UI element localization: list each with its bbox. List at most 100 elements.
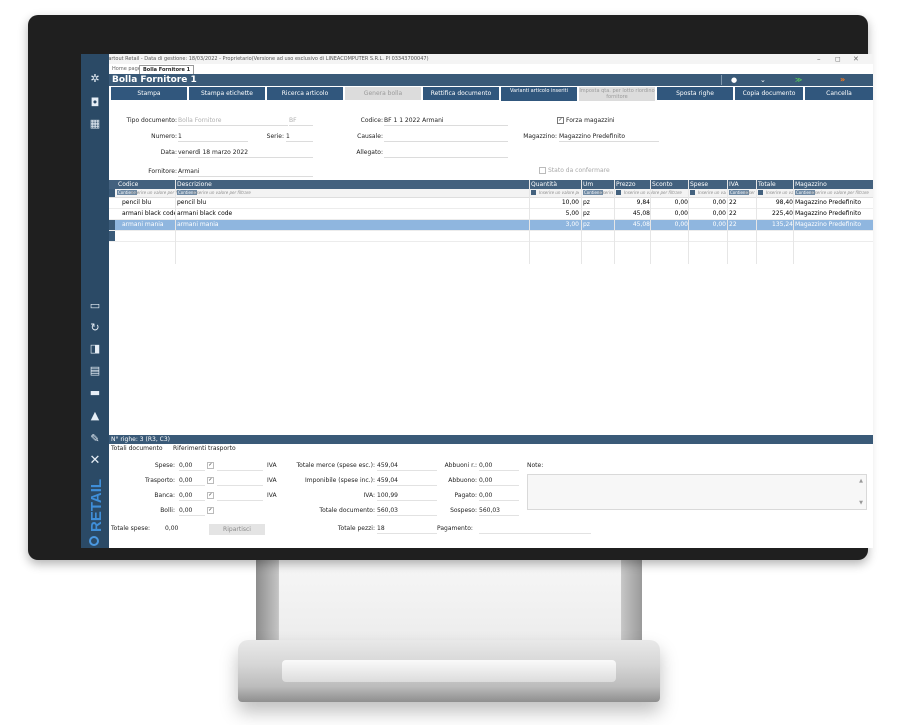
col-quantita[interactable]: Quantità [531,180,557,189]
gear-icon[interactable]: ✲ [81,72,109,86]
grid-column-divider [650,180,651,264]
chevron-down-icon[interactable]: ⌄ [760,74,766,86]
forward-green-icon[interactable]: ≫ [795,74,802,86]
ricerca-articolo-button[interactable]: Ricerca articolo [267,87,343,100]
cell-totale: 225,40 [772,210,793,217]
lock-icon[interactable]: ▲ [81,409,109,423]
filter-totale-input[interactable]: Inserire un valore per filtrare [766,189,793,197]
refresh-icon[interactable]: ↻ [81,321,109,335]
trasporto-iva-label: IVA [267,477,277,484]
magazzino-field[interactable]: Magazzino Predefinito [559,133,659,142]
camera-icon[interactable]: ◘ [81,96,109,110]
table-row[interactable]: armani black code armani black code 5,00… [109,209,873,220]
abbuono-value[interactable]: 0,00 [479,476,492,485]
filter-spese-input[interactable]: Inserire un valore per filtrare [698,189,726,197]
cell-sconto: 0,00 [674,221,688,228]
scroll-up-icon[interactable]: ▲ [859,478,863,484]
numero-field[interactable]: 1 [178,133,248,142]
tab-totali-documento[interactable]: Totali documento [111,444,163,454]
rettifica-documento-button[interactable]: Rettifica documento [423,87,499,100]
totals-panel: Totali documento Riferimenti trasporto S… [109,444,873,548]
note-textarea[interactable]: ▲ ▼ [527,474,867,510]
iva-underline [217,485,263,486]
col-um[interactable]: Um [583,180,593,189]
minimize-icon[interactable]: – [817,54,821,64]
cell-magazzino: Magazzino Predefinito [795,210,861,217]
col-descrizione[interactable]: Descrizione [177,180,212,189]
imposta-qta-button[interactable]: Imposta qta. per lotto riordino fornitor… [579,87,655,101]
filter-spese-op[interactable] [690,190,695,195]
filter-quantita-op[interactable] [531,190,536,195]
new-row-icon [109,231,115,241]
sidebar: ✲ ◘ ▦ ▭ ↻ ◨ ▤ ▬ ▲ ✎ ✕ RETAIL [81,54,109,548]
scroll-down-icon[interactable]: ▼ [859,500,863,506]
bolli-value[interactable]: 0,00 [179,506,192,515]
banca-iva-checkbox[interactable]: ✓ [207,491,216,500]
bolli-iva-checkbox[interactable]: ✓ [207,506,216,515]
filter-descrizione-input[interactable]: Inserire un valore per filtrare [193,189,251,197]
allegato-field[interactable] [384,149,508,158]
grid-add-icon[interactable]: ▦ [81,117,109,131]
calculator-icon[interactable]: ▤ [81,364,109,378]
sposta-righe-button[interactable]: Sposta righe [657,87,733,100]
tab-riferimenti-trasporto[interactable]: Riferimenti trasporto [173,444,236,454]
banca-value[interactable]: 0,00 [179,491,192,500]
stato-da-confermare-checkbox[interactable]: Stato da confermare [539,167,619,175]
col-iva[interactable]: IVA [729,180,739,189]
copia-documento-button[interactable]: Copia documento [735,87,803,100]
forza-magazzini-checkbox[interactable]: ✓ Forza magazzini [557,117,637,125]
filter-magazzino-input[interactable]: Inserire un valore per filtrare [811,189,871,197]
export-icon[interactable]: ◨ [81,342,109,356]
serie-field[interactable]: 1 [286,133,313,142]
col-totale[interactable]: Totale [758,180,776,189]
table-row[interactable]: pencil blu pencil blu 10,00 pz 9,84 0,00… [109,198,873,209]
filter-prezzo-input[interactable]: Inserire un valore per filtrare [624,189,688,197]
sospeso-value: 560,03 [479,507,500,514]
close-icon[interactable]: ✕ [81,454,109,468]
codice-field[interactable]: BF 1 1 2022 Armani [384,117,508,126]
varianti-articolo-button[interactable]: Varianti articolo inseriti [501,87,577,101]
magazzino-label: Magazzino: [523,133,557,140]
cell-sconto: 0,00 [674,210,688,217]
trasporto-value[interactable]: 0,00 [179,476,192,485]
keyboard-icon[interactable]: ▬ [81,386,109,400]
genera-bolla-button[interactable]: Genera bolla [345,87,421,100]
col-prezzo[interactable]: Prezzo [616,180,636,189]
fornitore-field[interactable]: Armani [178,168,313,177]
save-icon[interactable]: ▭ [81,299,109,313]
col-magazzino[interactable]: Magazzino [795,180,827,189]
filter-totale-op[interactable] [758,190,763,195]
filter-iva-input[interactable]: Inserire un valore per filtrare [745,189,755,197]
ripartisci-button[interactable]: Ripartisci [209,524,265,535]
data-field[interactable]: venerdì 18 marzo 2022 [178,149,313,158]
stampa-button[interactable]: Stampa [111,87,187,100]
col-codice[interactable]: Codice [118,180,138,189]
close-window-icon[interactable]: ✕ [853,54,859,64]
spese-value[interactable]: 0,00 [179,461,192,470]
col-sconto[interactable]: Sconto [652,180,673,189]
cell-spese: 0,00 [712,199,726,206]
trasporto-iva-checkbox[interactable]: ✓ [207,476,216,485]
tipo-documento-field[interactable]: Bolla Fornitore [178,117,288,126]
cancella-button[interactable]: Cancella [805,87,873,100]
grid-column-divider [727,180,728,264]
filter-prezzo-op[interactable] [616,190,621,195]
cell-quantita: 10,00 [561,199,579,206]
filter-um-input[interactable]: Inserire un valore per filtrare [599,189,613,197]
abbuoni-r-value[interactable]: 0,00 [479,461,492,470]
row-pointer-icon [109,220,115,230]
table-row-new[interactable] [109,231,873,242]
filter-quantita-input[interactable]: Inserire un valore per filtrare [539,189,579,197]
maximize-icon[interactable]: ◻ [835,54,841,64]
status-dot-icon[interactable]: ● [731,74,737,86]
spese-iva-checkbox[interactable]: ✓ [207,461,216,470]
table-row-selected[interactable]: armani mania armani mania 3,00 pz 45,08 … [109,220,873,231]
forward-orange-icon[interactable]: » [840,74,845,86]
abbuoni-underline [479,515,519,516]
pagato-value[interactable]: 0,00 [479,491,492,500]
causale-field[interactable] [384,133,508,142]
spese-label: Spese: [154,462,175,469]
col-spese[interactable]: Spese [690,180,708,189]
wrench-icon[interactable]: ✎ [81,432,109,446]
stampa-etichette-button[interactable]: Stampa etichette [189,87,265,100]
